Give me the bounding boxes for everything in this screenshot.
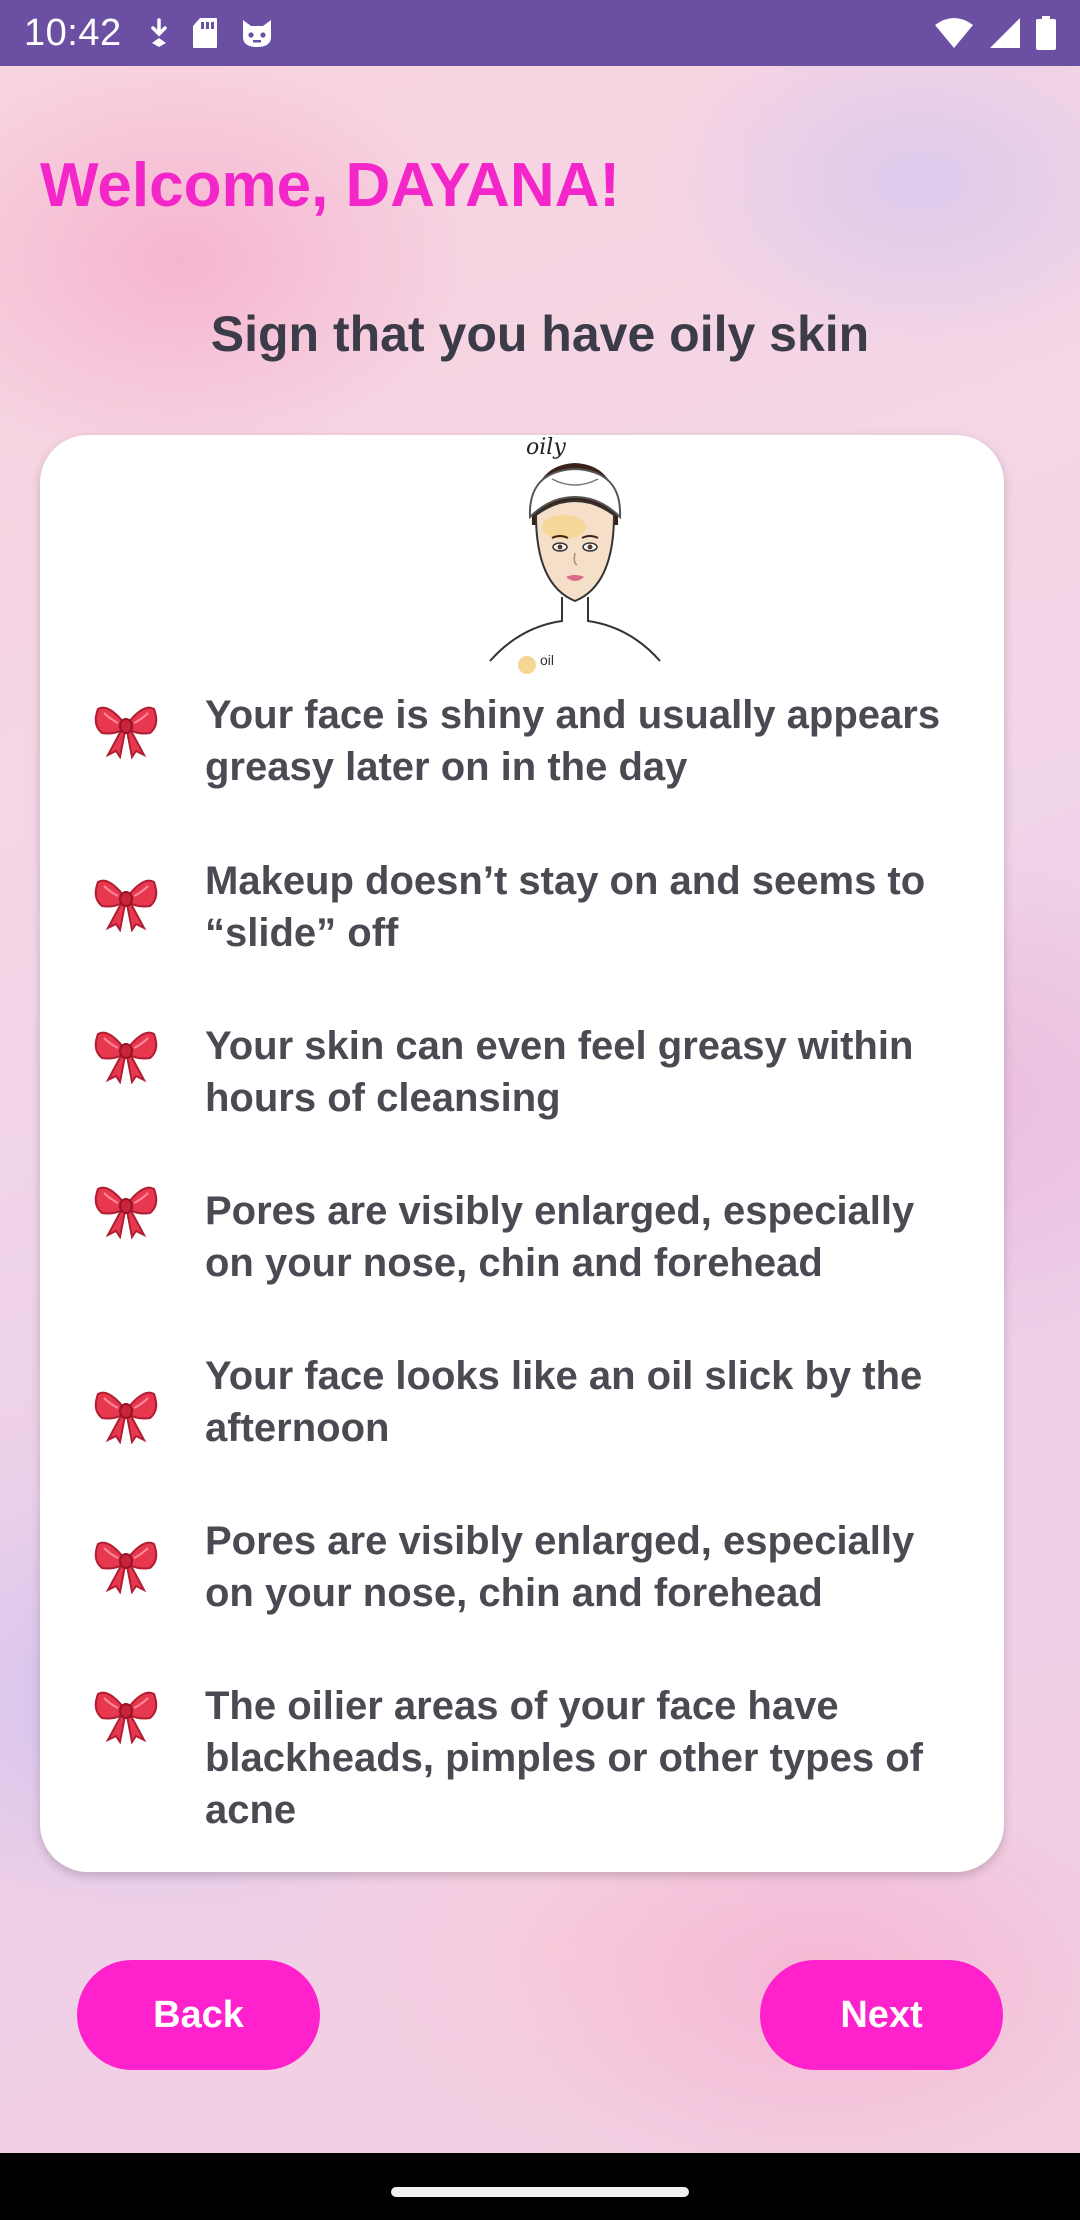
bow-icon	[94, 1530, 158, 1595]
bow-icon	[94, 1175, 158, 1240]
download-icon	[150, 18, 167, 47]
bow-icon	[94, 695, 158, 760]
cell-signal-icon	[990, 18, 1020, 48]
status-notification-icons	[148, 17, 274, 49]
oily-skin-signs-list: Your face is shiny and usually appears g…	[40, 435, 1004, 1872]
page-subtitle: Sign that you have oily skin	[210, 306, 870, 362]
home-gesture-handle[interactable]	[391, 2187, 689, 2197]
status-time: 10:42	[24, 11, 122, 54]
cat-face-icon	[242, 20, 271, 47]
back-button[interactable]: Back	[77, 1960, 320, 2070]
bow-icon	[94, 1020, 158, 1085]
battery-icon	[1036, 16, 1056, 50]
bow-icon	[94, 868, 158, 933]
sign-text: Makeup doesn’t stay on and seems to “sli…	[205, 859, 926, 955]
sign-text: Your skin can even feel greasy within ho…	[205, 1024, 914, 1120]
sign-text: The oilier areas of your face have black…	[205, 1684, 923, 1832]
bow-icon	[94, 1680, 158, 1745]
status-system-icons	[934, 16, 1056, 50]
bow-icon	[94, 1380, 158, 1445]
sign-text: Your face looks like an oil slick by the…	[205, 1354, 923, 1450]
sign-text: Pores are visibly enlarged, especially o…	[205, 1189, 915, 1285]
sd-card-icon	[192, 18, 217, 48]
sign-text: Pores are visibly enlarged, especially o…	[205, 1519, 915, 1615]
next-button[interactable]: Next	[760, 1960, 1003, 2070]
sign-text: Your face is shiny and usually appears g…	[205, 693, 941, 789]
status-bar: 10:42	[0, 0, 1080, 66]
welcome-heading: Welcome, DAYANA!	[40, 151, 621, 220]
wifi-icon	[935, 18, 973, 48]
oily-skin-signs-card: oily oil Your face is shiny and usually …	[40, 435, 1004, 1872]
